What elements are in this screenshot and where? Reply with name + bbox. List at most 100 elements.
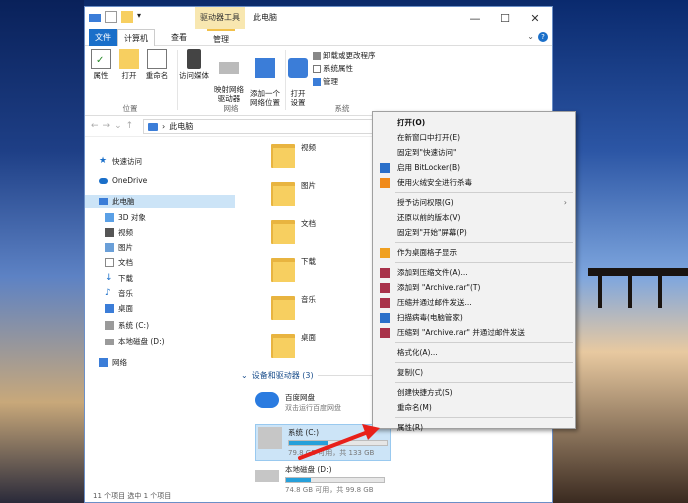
tab-manage[interactable]: 管理 — [207, 29, 235, 46]
drive-d-usage-bar — [285, 477, 385, 483]
sidebar-item-documents[interactable]: 文档 — [105, 256, 133, 269]
guard-icon — [380, 313, 390, 323]
chevron-down-icon: ⌄ — [241, 371, 248, 380]
context-menu-item[interactable]: 压缩到 "Archive.rar" 并通过邮件发送 — [373, 325, 575, 340]
desktop-wallpaper-left — [0, 0, 84, 503]
sidebar-item-drive-c[interactable]: 系统 (C:) — [105, 319, 149, 332]
folder-desktop[interactable]: 桌面 — [271, 332, 316, 360]
title-bar: ▾ 驱动器工具 此电脑 — ☐ ✕ — [85, 7, 552, 29]
access-media-button[interactable]: 访问媒体 — [179, 49, 209, 80]
context-menu-item[interactable]: 格式化(A)... — [373, 345, 575, 360]
open-button[interactable]: 打开 — [117, 49, 141, 80]
sidebar-item-pictures[interactable]: 图片 — [105, 241, 133, 254]
context-menu-item-label: 还原以前的版本(V) — [397, 213, 461, 222]
context-menu-item-label: 作为桌面格子显示 — [397, 248, 457, 257]
nav-arrows[interactable]: ←→⌄↑ — [91, 121, 137, 131]
video-icon — [105, 228, 114, 237]
sidebar-item-quick-access[interactable]: ★ 快速访问 — [99, 155, 142, 168]
drive-baidu[interactable]: 百度网盘 双击运行百度网盘 — [255, 392, 341, 413]
huorong-icon — [380, 178, 390, 188]
context-menu-item[interactable]: 启用 BitLocker(B) — [373, 160, 575, 175]
context-menu-item[interactable]: 创建快捷方式(S) — [373, 385, 575, 400]
ribbon: ✓ 属性 打开 重命名 位置 访问媒体 映射网络 驱动器 添加一个 网络位置 网… — [85, 46, 552, 116]
properties-button[interactable]: ✓ 属性 — [89, 49, 113, 80]
window-title: 此电脑 — [253, 13, 277, 22]
context-menu-item[interactable]: 属性(R) — [373, 420, 575, 435]
menu-separator — [395, 242, 573, 243]
network-drive-icon — [219, 62, 239, 74]
rename-button[interactable]: 重命名 — [143, 49, 171, 80]
sidebar-item-this-pc[interactable]: 此电脑 — [85, 195, 235, 208]
ribbon-group-system: 打开 设置 卸载或更改程序 系统属性 管理 系统 — [287, 46, 397, 116]
address-bar[interactable]: › 此电脑 — [143, 119, 373, 134]
context-menu-item[interactable]: 还原以前的版本(V) — [373, 210, 575, 225]
ribbon-group-network: 访问媒体 映射网络 驱动器 添加一个 网络位置 网络 — [179, 46, 283, 116]
tab-computer[interactable]: 计算机 — [117, 29, 155, 46]
sidebar-item-3d-objects[interactable]: 3D 对象 — [105, 211, 146, 224]
sidebar-item-onedrive[interactable]: OneDrive — [99, 174, 147, 187]
sidebar-item-network[interactable]: 网络 — [99, 356, 127, 369]
drive-c-usage-bar — [288, 440, 388, 446]
folder-pictures[interactable]: 图片 — [271, 180, 316, 208]
add-network-location-button[interactable]: 添加一个 网络位置 — [247, 49, 283, 107]
sidebar-item-desktop[interactable]: 桌面 — [105, 302, 133, 315]
ribbon-group-location: ✓ 属性 打开 重命名 位置 — [85, 46, 175, 116]
map-network-drive-button[interactable]: 映射网络 驱动器 — [211, 49, 247, 103]
maximize-button[interactable]: ☐ — [490, 12, 520, 25]
group-label-location: 位置 — [122, 104, 138, 113]
ribbon-separator — [177, 50, 178, 110]
system-properties-button[interactable]: 系统属性 — [313, 63, 353, 74]
check-icon[interactable] — [105, 11, 117, 23]
desktop-icon — [105, 304, 114, 313]
picture-icon — [105, 243, 114, 252]
chevron-down-icon[interactable]: ▾ — [137, 11, 145, 23]
chevron-right-icon: › — [563, 198, 567, 207]
context-menu-item[interactable]: 添加到压缩文件(A)... — [373, 265, 575, 280]
context-menu-item-label: 打开(O) — [397, 118, 426, 127]
sidebar-item-downloads[interactable]: ↓ 下载 — [105, 272, 133, 285]
folder-icon[interactable] — [121, 11, 133, 23]
pc-icon — [99, 198, 108, 205]
context-menu-item[interactable]: 使用火绒安全进行杀毒 — [373, 175, 575, 190]
uninstall-button[interactable]: 卸载或更改程序 — [313, 50, 376, 61]
tab-view[interactable]: 查看 — [165, 29, 193, 46]
context-menu-item[interactable]: 固定到"快速访问" — [373, 145, 575, 160]
manage-button[interactable]: 管理 — [313, 76, 338, 87]
folder-videos[interactable]: 视频 — [271, 142, 316, 170]
desktop-folder-icon — [271, 332, 295, 360]
folder-documents[interactable]: 文档 — [271, 218, 316, 246]
menu-separator — [395, 417, 573, 418]
tab-file[interactable]: 文件 — [89, 29, 117, 46]
context-menu-item[interactable]: 授予访问权限(G) › — [373, 195, 575, 210]
menu-separator — [395, 382, 573, 383]
video-folder-icon — [271, 142, 295, 170]
pier-silhouette — [588, 268, 688, 308]
context-menu-item[interactable]: 在新窗口中打开(E) — [373, 130, 575, 145]
context-menu-item-label: 添加到 "Archive.rar"(T) — [397, 283, 481, 292]
chevron-down-icon[interactable]: ⌄ — [527, 32, 534, 41]
sidebar-item-music[interactable]: ♪ 音乐 — [105, 287, 133, 300]
context-menu-item[interactable]: 作为桌面格子显示 — [373, 245, 575, 260]
sidebar-item-drive-d[interactable]: 本地磁盘 (D:) — [105, 335, 165, 348]
context-menu-item[interactable]: 固定到"开始"屏幕(P) — [373, 225, 575, 240]
pc-icon[interactable] — [89, 14, 101, 22]
context-menu-item[interactable]: 压缩并通过邮件发送... — [373, 295, 575, 310]
context-menu-item[interactable]: 复制(C) — [373, 365, 575, 380]
drive-c[interactable]: 系统 (C:) 79.8 GB 可用，共 133 GB — [255, 424, 391, 461]
context-menu-item[interactable]: 扫描病毒(电脑管家) — [373, 310, 575, 325]
open-settings-button[interactable]: 打开 设置 — [287, 49, 309, 107]
context-menu-item-label: 压缩并通过邮件发送... — [397, 298, 472, 307]
context-menu-item[interactable]: 重命名(M) — [373, 400, 575, 415]
folder-music[interactable]: 音乐 — [271, 294, 316, 322]
context-menu-item-label: 在新窗口中打开(E) — [397, 133, 461, 142]
sidebar-item-videos[interactable]: 视频 — [105, 226, 133, 239]
help-icon[interactable]: ? — [538, 32, 548, 42]
shield-icon — [380, 163, 390, 173]
minimize-button[interactable]: — — [460, 12, 490, 25]
context-menu-item-label: 复制(C) — [397, 368, 424, 377]
context-menu-item[interactable]: 打开(O) — [373, 115, 575, 130]
music-icon: ♪ — [105, 288, 111, 298]
context-menu-item[interactable]: 添加到 "Archive.rar"(T) — [373, 280, 575, 295]
folder-downloads[interactable]: 下载 — [271, 256, 316, 284]
close-button[interactable]: ✕ — [520, 12, 550, 25]
